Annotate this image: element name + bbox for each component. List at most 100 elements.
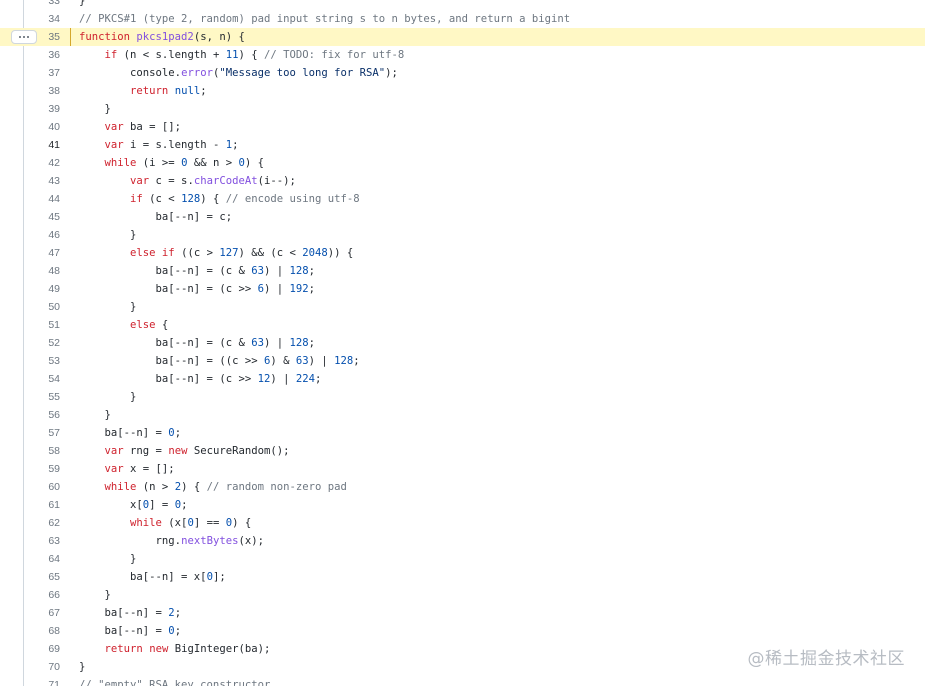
code-line: 59 var x = []; [0,460,925,478]
code-text: ba[--n] = 2; [79,604,182,622]
line-number[interactable]: 68 [26,622,60,640]
code-token: rng = [123,445,169,457]
line-number[interactable]: 62 [26,514,60,532]
code-token: return [130,85,169,97]
line-number[interactable]: 56 [26,406,60,424]
code-text: while (x[0] == 0) { [79,514,251,532]
line-number[interactable]: 58 [26,442,60,460]
line-number[interactable]: 51 [26,316,60,334]
code-token: pkcs1pad2 [136,31,194,43]
code-token: // random non-zero pad [206,481,347,493]
line-number[interactable]: 54 [26,370,60,388]
line-number[interactable]: 52 [26,334,60,352]
line-number[interactable]: 38 [26,82,60,100]
code-token: 63 [251,265,264,277]
line-number[interactable]: 70 [26,658,60,676]
code-text: ba[--n] = 0; [79,424,182,442]
code-text: } [79,406,111,424]
code-token: ; [308,283,316,295]
line-number[interactable]: 60 [26,478,60,496]
code-token: nextBytes [181,535,239,547]
line-number[interactable]: 63 [26,532,60,550]
code-token: ); [385,67,398,79]
code-token: i = s.length - [123,139,226,151]
code-token: ; [174,427,182,439]
code-line: 60 while (n > 2) { // random non-zero pa… [0,478,925,496]
line-number[interactable]: 71 [26,676,60,686]
line-number[interactable]: 50 [26,298,60,316]
line-number[interactable]: 55 [26,388,60,406]
line-number[interactable]: 40 [26,118,60,136]
code-token: if [130,193,143,205]
code-text: ba[--n] = x[0]; [79,568,226,586]
line-number[interactable]: 49 [26,280,60,298]
line-number[interactable]: 59 [26,460,60,478]
code-token: if [104,49,118,61]
line-number[interactable]: 65 [26,568,60,586]
line-number[interactable]: 64 [26,550,60,568]
code-token: { [155,319,169,331]
code-token: ] == [193,517,226,529]
code-line: 34 // PKCS#1 (type 2, random) pad input s… [0,10,925,28]
line-number[interactable]: 66 [26,586,60,604]
code-token: } [79,661,86,673]
line-number[interactable]: 57 [26,424,60,442]
code-line: 40 var ba = []; [0,118,925,136]
code-line: 41 var i = s.length - 1; [0,136,925,154]
code-text: } [79,586,111,604]
line-number[interactable]: 45 [26,208,60,226]
code-text: ba[--n] = c; [79,208,233,226]
line-number[interactable]: 61 [26,496,60,514]
code-token: (c < [142,193,182,205]
line-number[interactable]: 39 [26,100,60,118]
code-token: ba[--n] = (c & [79,337,252,349]
code-token: ba = []; [123,121,182,133]
code-text: var rng = new SecureRandom(); [79,442,290,460]
code-text: } [79,388,136,406]
code-token: ba[--n] = (c >> [79,373,258,385]
code-token: else [130,319,156,331]
code-token: 2048 [302,247,328,259]
line-number[interactable]: 43 [26,172,60,190]
line-number[interactable]: 47 [26,244,60,262]
code-token: ba[--n] = (c & [79,265,252,277]
code-line: 39 } [0,100,925,118]
line-options-button[interactable] [11,30,37,44]
line-number[interactable]: 37 [26,64,60,82]
code-token: 128 [181,193,201,205]
line-number[interactable]: 48 [26,262,60,280]
code-token: var [104,463,124,475]
code-text: var i = s.length - 1; [79,136,239,154]
code-token: 11 [225,49,239,61]
code-token: ) | [308,355,335,367]
line-number[interactable]: 44 [26,190,60,208]
code-line: 63 rng.nextBytes(x); [0,532,925,550]
code-token: } [79,391,137,403]
line-number[interactable]: 33 [26,0,60,10]
line-number[interactable]: 67 [26,604,60,622]
code-text: // PKCS#1 (type 2, random) pad input str… [79,10,570,28]
line-number[interactable]: 46 [26,226,60,244]
code-token: ; [308,265,316,277]
code-token: ba[--n] = [79,607,169,619]
line-number[interactable]: 42 [26,154,60,172]
line-number[interactable]: 53 [26,352,60,370]
code-text: var c = s.charCodeAt(i--); [79,172,296,190]
code-line: 37 console.error("Message too long for R… [0,64,925,82]
code-line: 57 ba[--n] = 0; [0,424,925,442]
code-token: 128 [334,355,354,367]
code-line: 71 // "empty" RSA key constructor [0,676,925,686]
code-token: ]; [212,571,226,583]
code-text: rng.nextBytes(x); [79,532,264,550]
code-line: 55 } [0,388,925,406]
line-number[interactable]: 41 [26,136,60,154]
line-number[interactable]: 36 [26,46,60,64]
line-number[interactable]: 69 [26,640,60,658]
code-token: } [79,301,137,313]
code-token: new [149,643,169,655]
code-token: console. [79,67,182,79]
line-number[interactable]: 34 [26,10,60,28]
